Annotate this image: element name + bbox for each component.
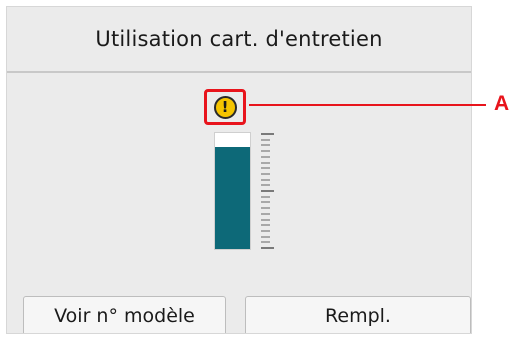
gauge-scale xyxy=(261,133,275,249)
replace-button[interactable]: Rempl. xyxy=(245,296,471,333)
gauge-tick xyxy=(261,247,274,249)
gauge-tick xyxy=(261,224,270,227)
gauge-tick xyxy=(261,184,270,187)
gauge-tick xyxy=(261,218,270,221)
gauge-tick xyxy=(261,241,270,244)
gauge-tick xyxy=(261,212,270,215)
callout-line xyxy=(249,104,486,106)
printer-display-screen: Utilisation cart. d'entretien Voir n° mo… xyxy=(6,6,472,334)
exclamation-warning-icon: ! xyxy=(213,95,237,119)
view-model-number-button[interactable]: Voir n° modèle xyxy=(23,296,226,333)
gauge-fill-level xyxy=(215,146,250,249)
callout-label: A xyxy=(494,92,510,115)
gauge-tick xyxy=(261,155,270,158)
maintenance-cartridge-gauge xyxy=(214,132,251,250)
warning-highlight-frame: ! xyxy=(204,89,246,125)
screen-title: Utilisation cart. d'entretien xyxy=(7,7,471,73)
gauge-tick xyxy=(261,172,270,175)
gauge-tick xyxy=(261,161,270,164)
gauge-tick xyxy=(261,207,270,210)
gauge-tick xyxy=(261,178,270,181)
gauge-tick xyxy=(261,195,270,198)
gauge-tick xyxy=(261,133,274,135)
gauge-tick xyxy=(261,167,270,170)
gauge-tick xyxy=(261,201,270,204)
gauge-tick xyxy=(261,138,270,141)
gauge-tick xyxy=(261,190,274,192)
gauge-tick xyxy=(261,229,270,232)
gauge-tick xyxy=(261,150,270,153)
gauge-tick xyxy=(261,235,270,238)
gauge-tick xyxy=(261,144,270,147)
